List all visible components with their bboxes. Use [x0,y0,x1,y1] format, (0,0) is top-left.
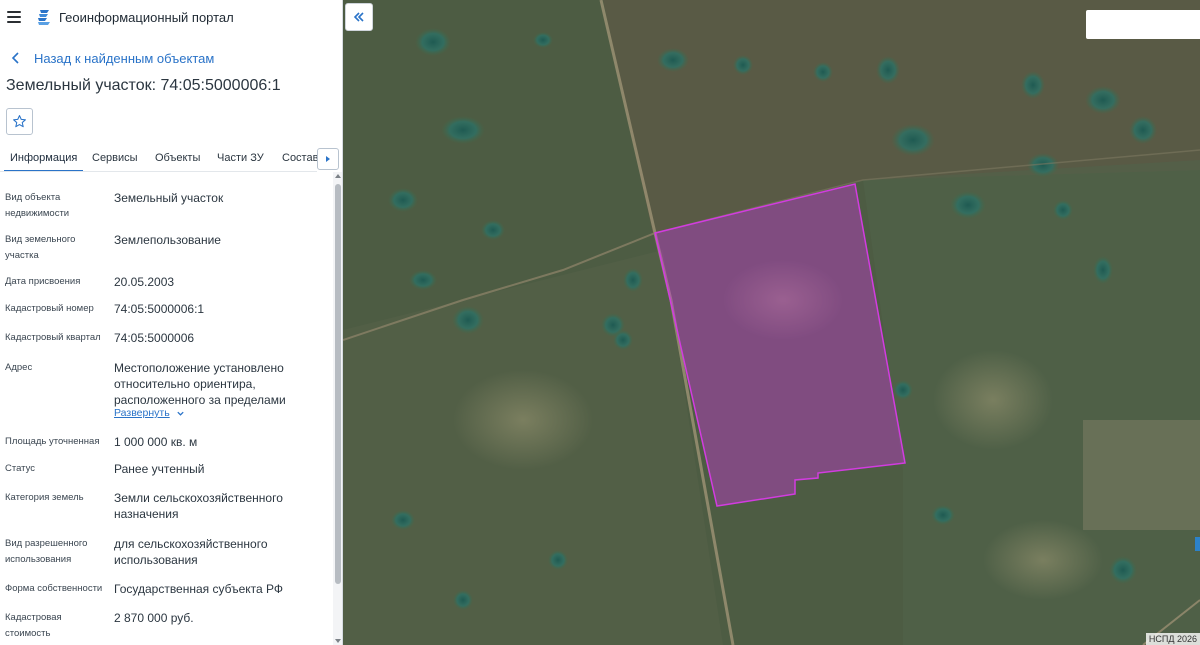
back-link-label: Назад к найденным объектам [34,50,215,66]
info-value: 74:05:5000006 [114,331,195,345]
star-icon [13,115,26,128]
info-value: 1 000 000 кв. м [114,435,198,449]
expand-address-link[interactable]: Развернуть [114,407,185,419]
info-label: Вид объекта недвижимости [5,192,70,219]
side-marker [1195,537,1200,551]
map-copyright: НСПД 2026 [1145,633,1200,645]
info-label: Форма собственности [5,583,103,594]
satellite-imagery [343,0,1200,645]
info-value: 74:05:5000006:1 [114,302,205,316]
double-chevron-left-icon [353,12,364,22]
expand-link-label: Развернуть [114,407,170,419]
info-panel: Геоинформационный портал Назад к найденн… [0,0,343,645]
info-list: Вид объекта недвижимости Земельный участ… [0,182,333,645]
map-search-input[interactable] [1086,10,1200,39]
tab-objects[interactable]: Объекты [149,146,206,171]
info-label: Дата присвоения [5,276,81,287]
info-label: Вид земельного участка [5,234,76,261]
scroll-thumb[interactable] [335,184,341,584]
chevron-left-icon [11,52,19,64]
portal-logo-icon [38,10,50,25]
info-value: Ранее учтенный [114,462,205,476]
collapse-panel-button[interactable] [345,3,373,31]
info-label: Кадастровая стоимость [5,612,62,639]
map-view[interactable]: НСПД 2026 [343,0,1200,645]
info-label: Вид разрешенного использования [5,538,88,565]
tab-services[interactable]: Сервисы [86,146,144,171]
info-value: 2 870 000 руб. [114,611,194,625]
tabs-scroll-right-button[interactable] [317,148,339,170]
info-scrollbar[interactable] [333,172,342,645]
chevron-down-icon [177,411,184,416]
info-label: Адрес [5,362,33,373]
info-label: Статус [5,463,36,474]
top-bar: Геоинформационный портал [0,0,342,36]
tab-parts[interactable]: Части ЗУ [211,146,270,171]
hamburger-icon[interactable] [7,11,21,23]
scroll-down-arrow-icon[interactable] [335,639,341,643]
info-label: Кадастровый квартал [5,332,101,343]
tab-composition[interactable]: Состав [276,146,317,171]
info-value: Земельный участок [114,191,224,205]
portal-title: Геоинформационный портал [59,10,234,25]
info-value: для сельскохозяйственного использования [114,537,268,567]
tabs-bar: Информация Сервисы Объекты Части ЗУ Сост… [0,146,317,172]
caret-right-icon [326,156,330,162]
scroll-up-arrow-icon[interactable] [335,174,341,178]
info-value: Государственная субъекта РФ [114,582,284,596]
info-label: Площадь уточненная [5,436,100,447]
favorite-button[interactable] [6,108,33,135]
info-value: 20.05.2003 [114,275,175,289]
info-label: Категория земель [5,492,84,503]
info-value: Земли сельскохозяйственного назначения [114,491,283,521]
tab-information[interactable]: Информация [4,146,84,171]
info-value: Землепользование [114,233,221,247]
back-to-results-link[interactable]: Назад к найденным объектам [8,49,214,67]
info-label: Кадастровый номер [5,303,94,314]
info-value: Местоположение установлено относительно … [114,361,286,407]
object-title: Земельный участок: 74:05:5000006:1 [6,77,281,94]
